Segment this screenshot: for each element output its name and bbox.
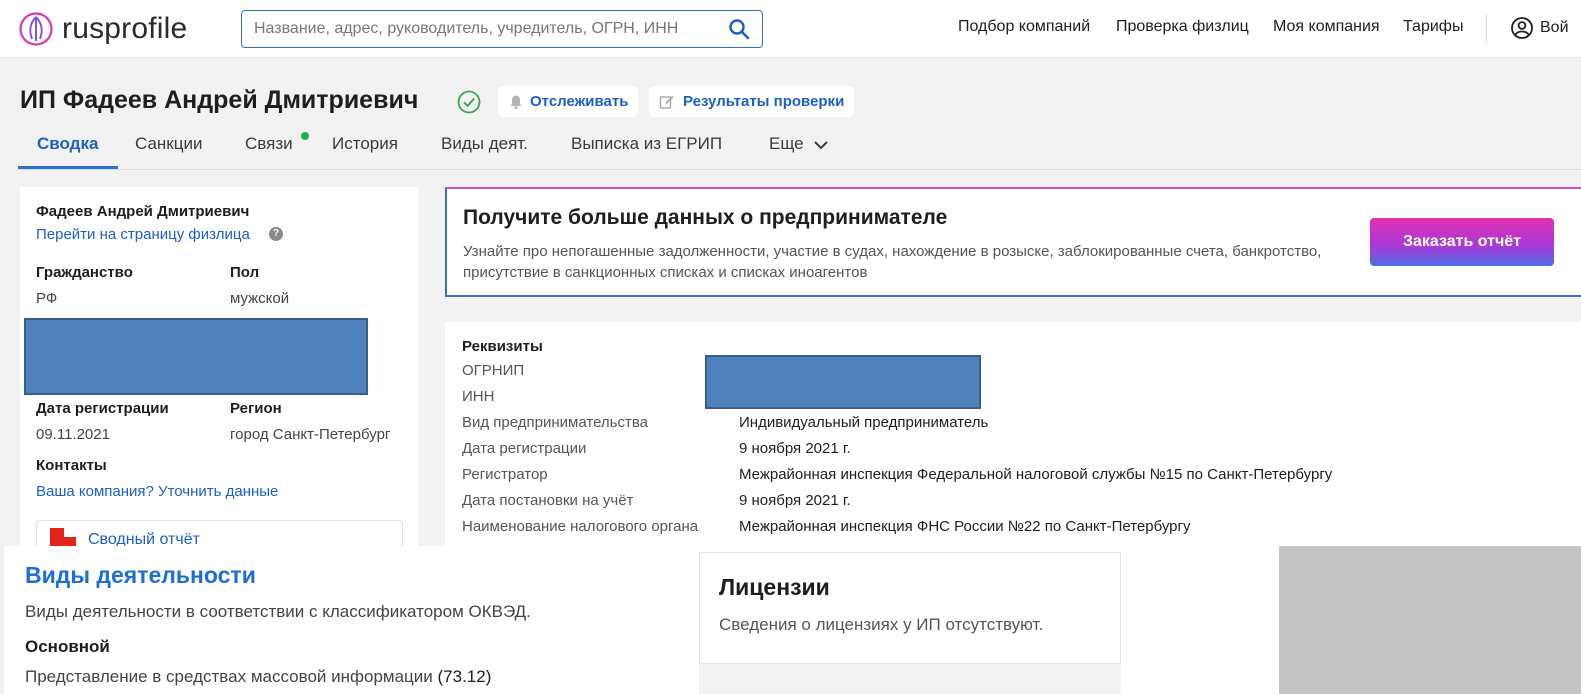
- tax-authority-label: Наименование налогового органа: [462, 518, 699, 535]
- user-icon: [1511, 17, 1533, 39]
- help-icon[interactable]: ?: [269, 227, 283, 241]
- citizenship-value: РФ: [36, 290, 58, 307]
- requisites-title: Реквизиты: [462, 338, 543, 355]
- logo-icon: [19, 12, 53, 46]
- nav-tariffs[interactable]: Тарифы: [1403, 18, 1463, 36]
- activities-title[interactable]: Виды деятельности: [25, 562, 256, 589]
- new-indicator-dot: [301, 132, 309, 140]
- tab-sanctions[interactable]: Санкции: [135, 134, 202, 154]
- person-page-link[interactable]: Перейти на страницу физлица: [36, 226, 250, 243]
- blank-area: [1121, 546, 1279, 694]
- tax-registration-date-label: Дата постановки на учёт: [462, 492, 634, 509]
- active-tab-underline: [18, 166, 118, 169]
- person-name: Фадеев Андрей Дмитриевич: [36, 203, 250, 220]
- licenses-title: Лицензии: [719, 574, 830, 600]
- region-value: город Санкт-Петербург: [230, 426, 391, 443]
- check-results-button[interactable]: Результаты проверки: [649, 86, 855, 117]
- track-button[interactable]: Отслеживать: [498, 86, 639, 117]
- tab-links[interactable]: Связи: [245, 134, 293, 154]
- citizenship-label: Гражданство: [36, 264, 133, 281]
- verified-check-icon: [457, 90, 481, 114]
- order-report-button[interactable]: Заказать отчёт: [1370, 218, 1554, 266]
- nav-person-check[interactable]: Проверка физлиц: [1116, 18, 1249, 36]
- ogrnip-label: ОГРНИП: [462, 362, 525, 379]
- gray-area: [1279, 546, 1581, 694]
- req-reg-date-label: Дата регистрации: [462, 440, 587, 457]
- main-activity: Представление в средствах массовой инфор…: [25, 667, 491, 687]
- contacts-label: Контакты: [36, 457, 107, 474]
- redaction-box: [24, 318, 368, 395]
- redaction-box: [705, 355, 981, 409]
- reg-date-value: 09.11.2021: [36, 426, 110, 443]
- nav-company-search[interactable]: Подбор компаний: [958, 18, 1090, 36]
- tab-history[interactable]: История: [332, 134, 398, 154]
- tab-activities[interactable]: Виды деят.: [441, 134, 528, 154]
- registrar-label: Регистратор: [462, 466, 548, 483]
- search-box[interactable]: [241, 10, 763, 48]
- check-results-label: Результаты проверки: [683, 93, 845, 110]
- logo-text: rusprofile: [62, 12, 188, 45]
- business-type-label: Вид предпринимательства: [462, 414, 648, 431]
- login-label: Вой: [1540, 19, 1569, 36]
- nav-divider: [1486, 14, 1487, 44]
- chevron-down-icon[interactable]: [813, 139, 829, 151]
- main-activity-text: Представление в средствах массовой инфор…: [25, 667, 433, 686]
- tax-authority-value: Межрайонная инспекция ФНС России №22 по …: [739, 518, 1191, 535]
- search-input[interactable]: [254, 20, 728, 38]
- licenses-section: [699, 552, 1121, 664]
- licenses-text: Сведения о лицензиях у ИП отсутствуют.: [719, 615, 1044, 634]
- tab-summary[interactable]: Сводка: [37, 134, 98, 154]
- page-title: ИП Фадеев Андрей Дмитриевич: [20, 86, 419, 114]
- track-label: Отслеживать: [530, 93, 629, 110]
- region-label: Регион: [230, 400, 282, 417]
- tab-egrip-extract[interactable]: Выписка из ЕГРИП: [571, 134, 722, 154]
- login-button[interactable]: Вой: [1510, 16, 1569, 40]
- main-activity-label: Основной: [25, 637, 110, 656]
- activities-subtitle: Виды деятельности в соответствии с класс…: [25, 602, 531, 621]
- pdf-icon: [50, 528, 76, 548]
- tax-registration-date-value: 9 ноября 2021 г.: [739, 492, 851, 509]
- gender-value: мужской: [230, 290, 290, 307]
- promo-text: Узнайте про непогашенные задолженности, …: [463, 243, 1322, 281]
- tab-more[interactable]: Еще: [769, 134, 804, 154]
- edit-icon: [659, 95, 674, 109]
- registrar-value: Межрайонная инспекция Федеральной налого…: [739, 466, 1333, 483]
- req-reg-date-value: 9 ноября 2021 г.: [739, 440, 851, 457]
- nav-my-company[interactable]: Моя компания: [1273, 18, 1380, 36]
- business-type-value: Индивидуальный предприниматель: [739, 414, 989, 431]
- search-icon[interactable]: [728, 18, 750, 40]
- inn-label: ИНН: [462, 388, 495, 405]
- reg-date-label: Дата регистрации: [36, 400, 169, 417]
- clarify-data-link[interactable]: Ваша компания? Уточнить данные: [36, 483, 278, 500]
- logo[interactable]: rusprofile: [18, 10, 187, 48]
- promo-title: Получите больше данных о предпринимателе: [463, 206, 948, 229]
- main-activity-code: (73.12): [437, 667, 492, 686]
- bell-icon: [510, 95, 522, 109]
- gender-label: Пол: [230, 264, 260, 281]
